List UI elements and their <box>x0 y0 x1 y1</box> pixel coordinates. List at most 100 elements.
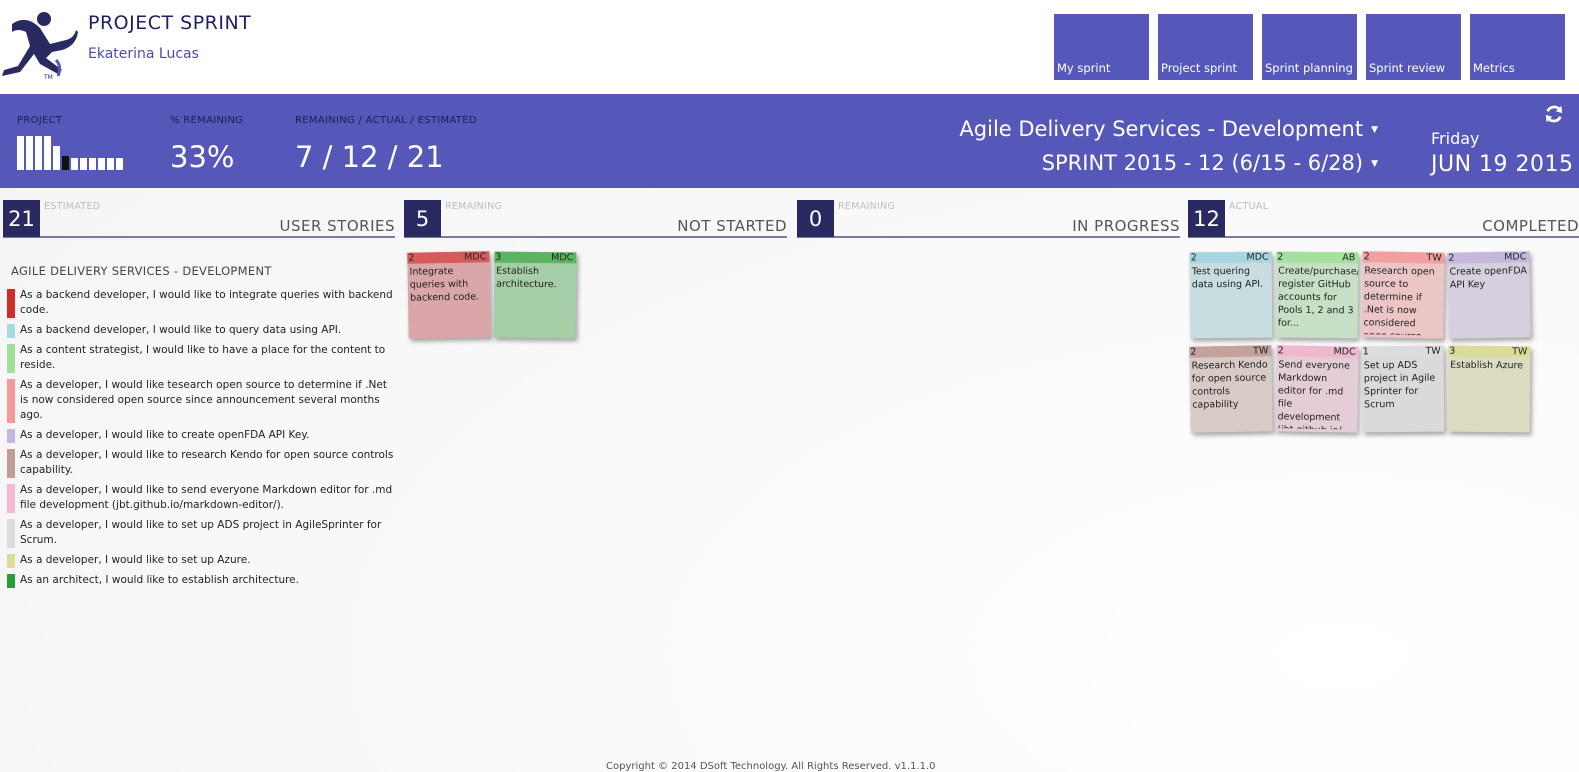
app-title: PROJECT SPRINT <box>88 12 252 34</box>
task-card[interactable]: 1 TW Set up ADS project in Agile Sprinter… <box>1361 345 1445 433</box>
task-points: 3 <box>495 251 502 263</box>
caret-down-icon: ▼ <box>1371 125 1378 135</box>
story-color-swatch <box>7 574 15 588</box>
column-subtitle: REMAINING <box>838 201 896 212</box>
column-subtitle: ESTIMATED <box>44 201 101 212</box>
refresh-icon[interactable] <box>1543 103 1565 125</box>
task-card[interactable]: 3 MDC Establish architecture. <box>493 251 577 339</box>
story-list: As a backend developer, I would like to … <box>7 288 397 593</box>
svg-text:TM: TM <box>43 74 53 80</box>
column-title: USER STORIES <box>279 217 395 235</box>
nav-metrics[interactable]: Metrics <box>1470 14 1565 80</box>
story-text: As a developer, I would like to set up A… <box>20 519 382 546</box>
story-item[interactable]: As a developer, I would like to create o… <box>7 428 397 443</box>
task-points: 2 <box>1448 252 1455 264</box>
nav-project-sprint[interactable]: Project sprint <box>1158 14 1253 80</box>
task-text: Create openFDA API Key <box>1449 265 1528 291</box>
project-selector[interactable]: Agile Delivery Services - Development ▼ <box>959 117 1378 141</box>
task-text: Research open source to determine if .Ne… <box>1363 265 1435 335</box>
task-card[interactable]: 3 TW Establish Azure <box>1447 345 1531 433</box>
page: TM PROJECT SPRINT Ekaterina Lucas My spr… <box>0 0 1579 772</box>
task-points: 2 <box>1363 251 1370 263</box>
in-progress-count: 0 <box>797 200 834 237</box>
story-item[interactable]: As a developer, I would like tesearch op… <box>7 378 397 423</box>
task-points: 2 <box>1190 252 1197 264</box>
not-started-count: 5 <box>404 200 441 237</box>
task-owner: TW <box>1426 252 1442 264</box>
task-text: Create/purchase/ register GitHub account… <box>1277 265 1359 329</box>
story-item[interactable]: As a developer, I would like to send eve… <box>7 483 397 513</box>
task-owner: MDC <box>1333 346 1356 358</box>
story-item[interactable]: As an architect, I would like to establi… <box>7 573 397 588</box>
story-color-swatch <box>7 519 15 548</box>
story-color-swatch <box>7 429 15 443</box>
story-item[interactable]: As a backend developer, I would like to … <box>7 288 397 318</box>
story-text: As a content strategist, I would like to… <box>20 344 386 371</box>
story-text: As a developer, I would like to send eve… <box>20 484 393 511</box>
column-title: COMPLETED <box>1482 217 1579 235</box>
task-text: Send everyone Markdown editor for .md fi… <box>1277 359 1351 429</box>
summary-band: PROJECT % REMAINING 33% REMAINING / ACTU… <box>0 94 1579 188</box>
story-color-swatch <box>7 344 15 373</box>
story-text: As a developer, I would like to set up A… <box>20 554 251 566</box>
user-name[interactable]: Ekaterina Lucas <box>88 46 199 62</box>
header: TM PROJECT SPRINT Ekaterina Lucas My spr… <box>0 0 1579 94</box>
nav-sprint-planning[interactable]: Sprint planning <box>1262 14 1357 80</box>
nav-my-sprint[interactable]: My sprint <box>1054 14 1149 80</box>
task-text: Integrate queries with backend code. <box>409 265 480 304</box>
task-card[interactable]: 2 MDC Integrate queries with backend code… <box>407 251 491 339</box>
story-color-swatch <box>7 484 15 513</box>
task-owner: MDC <box>1504 251 1527 263</box>
project-label: PROJECT <box>17 115 63 126</box>
story-item[interactable]: As a developer, I would like to research… <box>7 448 397 478</box>
task-card[interactable]: 2 TW Research Kendo for open source contr… <box>1189 345 1273 433</box>
weekday: Friday <box>1431 129 1480 148</box>
ratio-value: 7 / 12 / 21 <box>295 140 444 174</box>
task-text: Establish architecture. <box>496 265 557 291</box>
progress-bars-icon <box>17 136 127 170</box>
task-owner: MDC <box>551 252 574 264</box>
caret-down-icon: ▼ <box>1371 159 1378 169</box>
current-date: JUN 19 2015 <box>1431 152 1574 177</box>
story-text: As a backend developer, I would like to … <box>20 289 393 316</box>
sprint-selector[interactable]: SPRINT 2015 - 12 (6/15 - 6/28) ▼ <box>1042 151 1378 175</box>
task-points: 2 <box>1277 345 1284 357</box>
story-group-heading: AGILE DELIVERY SERVICES - DEVELOPMENT <box>11 264 272 278</box>
project-name: Agile Delivery Services - Development <box>959 117 1364 141</box>
estimated-count: 21 <box>3 200 40 237</box>
story-text: As a developer, I would like to research… <box>20 449 394 476</box>
story-item[interactable]: As a developer, I would like to set up A… <box>7 553 397 568</box>
task-owner: MDC <box>1246 251 1269 263</box>
task-text: Establish Azure <box>1450 359 1524 372</box>
story-color-swatch <box>7 554 15 568</box>
footer-copyright: Copyright © 2014 DSoft Technology. All R… <box>606 761 936 772</box>
story-color-swatch <box>7 449 15 478</box>
task-card[interactable]: 2 MDC Test quering data using API. <box>1189 251 1273 339</box>
task-card[interactable]: 2 MDC Send everyone Markdown editor for .… <box>1275 345 1359 433</box>
story-item[interactable]: As a content strategist, I would like to… <box>7 343 397 373</box>
task-points: 3 <box>1449 345 1456 357</box>
column-subtitle: REMAINING <box>445 201 503 212</box>
completed-count: 12 <box>1188 200 1225 237</box>
task-owner: MDC <box>464 251 487 263</box>
task-owner: TW <box>1425 345 1441 357</box>
task-points: 2 <box>1190 346 1197 358</box>
column-title: NOT STARTED <box>677 217 787 235</box>
task-points: 1 <box>1362 346 1369 358</box>
column-title: IN PROGRESS <box>1072 217 1180 235</box>
column-completed: 12 ACTUAL COMPLETED <box>1188 200 1579 238</box>
story-item[interactable]: As a backend developer, I would like to … <box>7 323 397 338</box>
story-color-swatch <box>7 379 15 423</box>
nav-sprint-review[interactable]: Sprint review <box>1366 14 1461 80</box>
column-not-started: 5 REMAINING NOT STARTED <box>404 200 787 238</box>
column-user-stories: 21 ESTIMATED USER STORIES <box>3 200 395 238</box>
task-card[interactable]: 2 AB Create/purchase/ register GitHub acc… <box>1275 251 1359 339</box>
task-owner: AB <box>1342 252 1356 264</box>
runner-logo-icon: TM <box>2 12 78 80</box>
task-card[interactable]: 2 TW Research open source to determine if… <box>1361 251 1445 339</box>
task-points: 2 <box>408 252 415 264</box>
task-card[interactable]: 2 MDC Create openFDA API Key <box>1447 251 1531 339</box>
task-owner: TW <box>1253 345 1269 357</box>
percent-label: % REMAINING <box>170 115 244 126</box>
story-item[interactable]: As a developer, I would like to set up A… <box>7 518 397 548</box>
